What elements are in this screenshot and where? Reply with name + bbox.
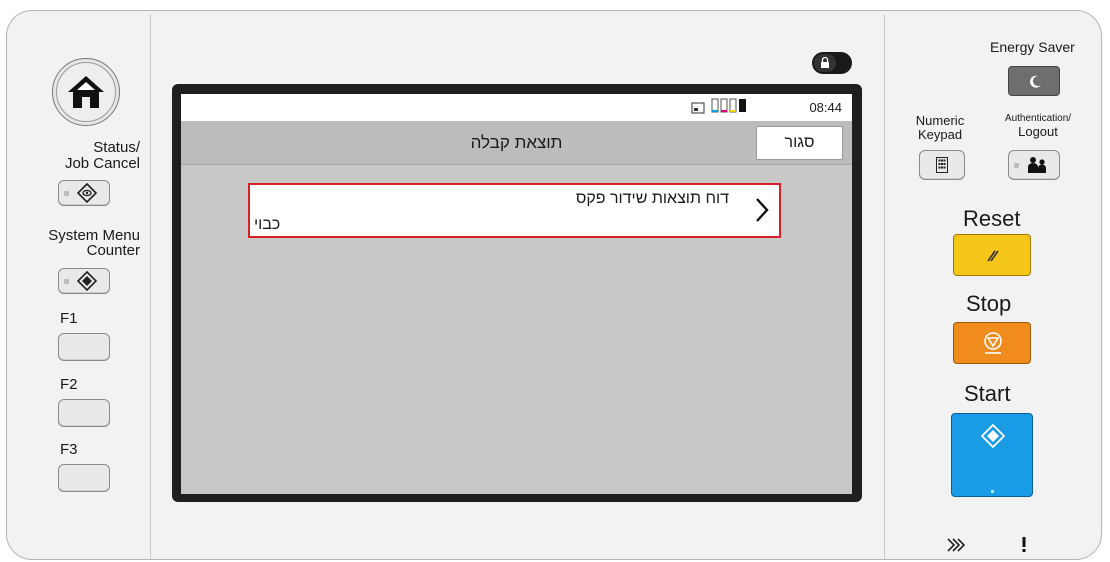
system-menu-led bbox=[64, 279, 69, 284]
f1-button[interactable] bbox=[58, 333, 110, 361]
system-menu-label-line1: System Menu bbox=[48, 227, 140, 244]
authentication-label: Authentication/ Logout bbox=[994, 113, 1082, 139]
close-button[interactable]: סגור bbox=[756, 126, 843, 160]
data-indicator-icon bbox=[947, 538, 966, 552]
screen-title: תוצאת קבלה bbox=[470, 133, 563, 152]
f3-label: F3 bbox=[60, 441, 78, 458]
status-job-cancel-button[interactable] bbox=[58, 180, 110, 206]
reset-icon bbox=[987, 250, 999, 262]
chevron-right-icon bbox=[756, 198, 769, 222]
toner-icon bbox=[711, 98, 746, 113]
fax-tx-report-item[interactable]: דוח תוצאות שידור פקס כבוי bbox=[248, 183, 781, 238]
right-divider bbox=[884, 14, 885, 559]
numeric-keypad-icon bbox=[936, 157, 948, 173]
start-label: Start bbox=[964, 381, 1011, 406]
authentication-logout-button[interactable] bbox=[1008, 150, 1060, 180]
attention-icon bbox=[1022, 537, 1026, 552]
item-title: דוח תוצאות שידור פקס bbox=[575, 190, 729, 207]
clock: 08:44 bbox=[809, 100, 842, 115]
lock-icon bbox=[821, 57, 829, 68]
authentication-label-line2: Logout bbox=[1018, 124, 1058, 139]
status-label-line2: Job Cancel bbox=[64, 155, 140, 172]
status-label: Status/ bbox=[60, 140, 140, 155]
reset-button[interactable] bbox=[953, 234, 1031, 276]
energy-saver-icon bbox=[1030, 75, 1041, 88]
sim-icon bbox=[691, 102, 705, 114]
stop-button[interactable] bbox=[953, 322, 1031, 364]
authentication-label-line1: Authentication/ bbox=[1004, 113, 1072, 124]
f2-label: F2 bbox=[60, 376, 78, 393]
f1-label: F1 bbox=[60, 310, 78, 327]
numeric-keypad-label-line1: Numeric bbox=[915, 113, 965, 128]
numeric-keypad-label-line2: Keypad bbox=[917, 127, 963, 142]
numeric-keypad-button[interactable] bbox=[919, 150, 965, 180]
authentication-icon bbox=[1028, 157, 1046, 173]
stop-label: Stop bbox=[966, 291, 1012, 316]
job-cancel-label: Job Cancel bbox=[40, 156, 140, 171]
system-menu-icon bbox=[76, 270, 98, 292]
f3-button[interactable] bbox=[58, 464, 110, 492]
start-led bbox=[991, 490, 994, 493]
status-bar: 08:44 bbox=[181, 94, 852, 121]
stop-icon bbox=[984, 332, 1002, 354]
touch-screen: 08:44 תוצאת קבלה סגור דוח תוצאות שידור פ… bbox=[181, 94, 852, 494]
home-icon bbox=[68, 76, 104, 108]
system-menu-label-line2: Counter bbox=[86, 242, 140, 259]
status-icon bbox=[76, 182, 98, 204]
counter-label: Counter bbox=[40, 243, 140, 258]
numeric-keypad-label: Numeric Keypad bbox=[912, 114, 968, 141]
start-icon bbox=[981, 424, 1005, 448]
reset-label: Reset bbox=[963, 206, 1021, 231]
start-button[interactable] bbox=[951, 413, 1033, 497]
energy-saver-label: Energy Saver bbox=[990, 39, 1075, 55]
status-label-line1: Status/ bbox=[93, 139, 140, 156]
title-bar: תוצאת קבלה סגור bbox=[181, 121, 852, 165]
status-led bbox=[64, 191, 69, 196]
system-menu-counter-button[interactable] bbox=[58, 268, 110, 294]
home-button[interactable] bbox=[52, 58, 120, 126]
system-menu-label: System Menu bbox=[8, 228, 140, 243]
lock-toggle[interactable] bbox=[812, 52, 852, 74]
authentication-led bbox=[1014, 163, 1019, 168]
f2-button[interactable] bbox=[58, 399, 110, 427]
left-divider bbox=[150, 14, 151, 559]
item-value: כבוי bbox=[254, 216, 281, 233]
energy-saver-button[interactable] bbox=[1008, 66, 1060, 96]
